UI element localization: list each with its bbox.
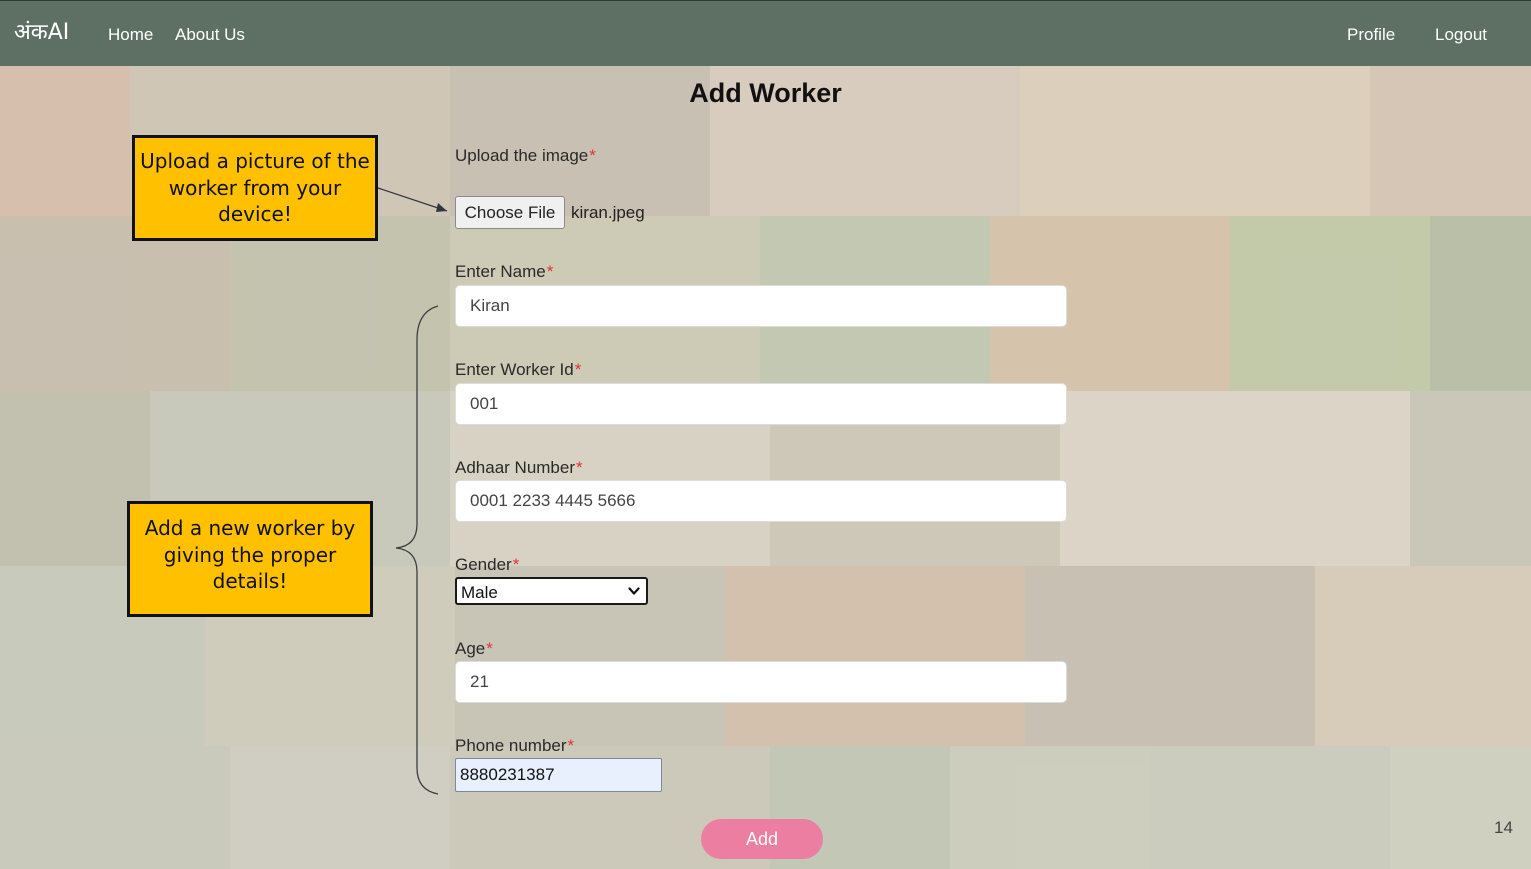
worker-id-input[interactable] (455, 383, 1067, 425)
age-label-text: Age (455, 639, 486, 658)
adhaar-number-input[interactable] (455, 480, 1067, 522)
nav-link-logout[interactable]: Logout (1435, 25, 1487, 45)
required-mark: * (486, 639, 493, 658)
name-label-text: Enter Name (455, 262, 546, 281)
gender-select[interactable]: Male (455, 577, 648, 605)
required-mark: * (589, 146, 596, 165)
required-mark: * (512, 555, 520, 574)
nav-link-profile[interactable]: Profile (1347, 25, 1395, 45)
name-label: Enter Name* (455, 262, 553, 282)
required-mark: * (546, 262, 554, 281)
slide-page-number: 14 (1494, 818, 1513, 837)
phone-number-label-text: Phone number (455, 736, 567, 755)
age-label: Age* (455, 639, 493, 659)
brand-logo[interactable]: अंकAI (14, 16, 69, 46)
required-mark: * (576, 458, 583, 477)
upload-image-label: Upload the image* (455, 146, 596, 166)
gender-label-text: Gender (455, 555, 512, 574)
chevron-down-icon (628, 587, 640, 595)
phone-number-label: Phone number* (455, 736, 574, 756)
top-navbar: अंकAI Home About Us Profile Logout (0, 0, 1531, 66)
worker-id-label: Enter Worker Id* (455, 360, 581, 380)
selected-file-name: kiran.jpeg (571, 203, 645, 222)
add-worker-callout: Add a new worker by giving the proper de… (127, 501, 373, 617)
page-title: Add Worker (689, 78, 842, 108)
nav-link-home[interactable]: Home (108, 25, 153, 45)
gender-selected-value: Male (461, 583, 498, 602)
age-input[interactable] (455, 661, 1067, 703)
name-input[interactable] (455, 285, 1067, 327)
add-worker-button[interactable]: Add (701, 819, 823, 859)
required-mark: * (567, 736, 575, 755)
required-mark: * (574, 360, 582, 379)
adhaar-number-label-text: Adhaar Number (455, 458, 576, 477)
adhaar-number-label: Adhaar Number* (455, 458, 583, 478)
upload-callout: Upload a picture of the worker from your… (132, 135, 378, 241)
upload-image-label-text: Upload the image (455, 146, 589, 165)
nav-link-about-us[interactable]: About Us (175, 25, 245, 45)
choose-file-button[interactable]: Choose File (455, 196, 565, 229)
worker-id-label-text: Enter Worker Id (455, 360, 574, 379)
phone-number-input[interactable] (455, 758, 662, 792)
gender-label: Gender* (455, 555, 519, 575)
